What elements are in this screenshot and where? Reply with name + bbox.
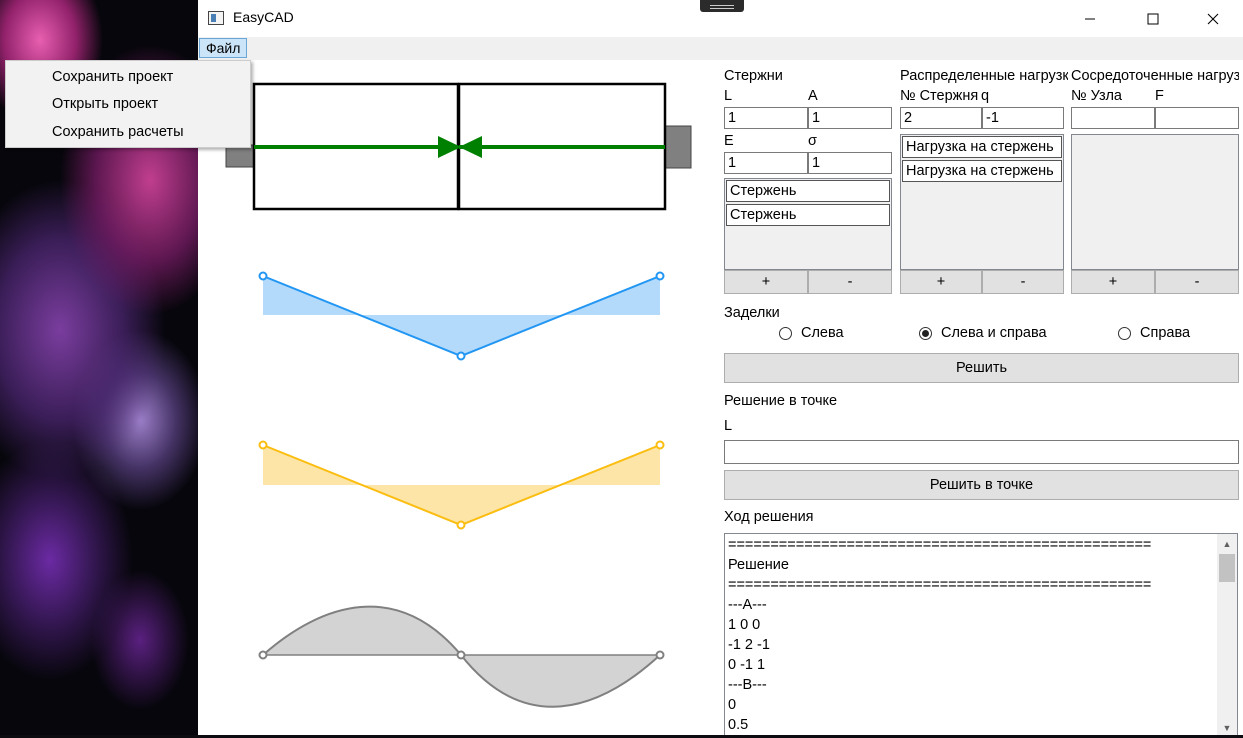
- sigma-diagram-point: [655, 650, 665, 660]
- log-line: Решение: [728, 557, 789, 573]
- window-title: EasyCAD: [233, 9, 294, 25]
- dist-q-label: q: [981, 88, 990, 104]
- u-diagram-point: [456, 520, 466, 530]
- maximize-button[interactable]: [1123, 0, 1183, 37]
- remove-distributed-load-button[interactable]: -: [982, 270, 1064, 294]
- file-menu-dropdown: Сохранить проект Открыть проект Сохранит…: [5, 60, 251, 148]
- log-line: 1 0 0: [728, 617, 761, 633]
- conc-f-label: F: [1155, 88, 1164, 104]
- rods-list-item[interactable]: Стержень: [726, 204, 890, 226]
- conc-node-number-input[interactable]: [1071, 107, 1155, 129]
- u-diagram-point: [655, 440, 665, 450]
- menu-bar: Файл: [198, 37, 1243, 60]
- support-right-label: Справа: [1140, 325, 1191, 341]
- menu-file[interactable]: Файл: [199, 38, 248, 58]
- menu-save-calculations[interactable]: Сохранить расчеты: [52, 124, 184, 140]
- n-diagram-fill: [263, 276, 660, 356]
- support-both-label: Слева и справа: [941, 325, 1047, 341]
- support-both-radio[interactable]: [919, 327, 932, 340]
- remove-concentrated-load-button[interactable]: -: [1155, 270, 1239, 294]
- rods-title: Стержни: [724, 68, 783, 84]
- distributed-loads-list-item[interactable]: Нагрузка на стержень: [902, 136, 1062, 158]
- concentrated-loads-title: Сосредоточенные нагрузки: [1071, 68, 1239, 84]
- sigma-diagram-point: [456, 650, 466, 660]
- right-support: [664, 125, 692, 169]
- snap-layout-handle[interactable]: [700, 0, 744, 12]
- log-line: 0.5: [728, 717, 749, 733]
- rod-stress-label: σ: [808, 133, 817, 149]
- solve-at-point-button[interactable]: Решить в точке: [724, 470, 1239, 500]
- close-button[interactable]: [1183, 0, 1243, 37]
- menu-save-project[interactable]: Сохранить проект: [52, 69, 173, 85]
- add-concentrated-load-button[interactable]: +: [1071, 270, 1155, 294]
- log-line: ========================================…: [728, 537, 1152, 553]
- log-scrollbar[interactable]: ▲ ▼: [1217, 534, 1237, 735]
- minimize-icon: [1085, 18, 1095, 19]
- rod-stress-input[interactable]: 1: [808, 152, 892, 174]
- rods-list-item[interactable]: Стержень: [726, 180, 890, 202]
- log-line: ---A---: [728, 597, 767, 613]
- solution-log-title: Ход решения: [724, 509, 814, 525]
- rod-area-input[interactable]: 1: [808, 107, 892, 129]
- conc-f-input[interactable]: [1155, 107, 1239, 129]
- app-icon: [208, 11, 224, 25]
- app-window: EasyCAD Файл Стержни L A 1 1 E σ 1 1 Сте…: [198, 0, 1243, 735]
- dist-rod-number-input[interactable]: 2: [900, 107, 982, 129]
- n-diagram-point: [456, 351, 466, 361]
- rod-elasticity-input[interactable]: 1: [724, 152, 808, 174]
- solution-log[interactable]: ========================================…: [724, 533, 1238, 735]
- dist-q-input[interactable]: -1: [982, 107, 1064, 129]
- close-icon: [1207, 13, 1219, 24]
- construction-diagrams: [225, 82, 692, 708]
- add-rod-button[interactable]: +: [724, 270, 808, 294]
- log-line: 0 -1 1: [728, 657, 766, 673]
- rod-area-label: A: [808, 88, 818, 104]
- solve-button[interactable]: Решить: [724, 353, 1239, 383]
- construction-canvas: [198, 60, 718, 735]
- n-diagram-point: [258, 271, 268, 281]
- distributed-loads-list-item[interactable]: Нагрузка на стержень: [902, 160, 1062, 182]
- log-line: ========================================…: [728, 577, 1152, 593]
- minimize-button[interactable]: [1060, 0, 1120, 37]
- rod-elasticity-label: E: [724, 133, 734, 149]
- point-l-label: L: [724, 418, 733, 434]
- point-l-input[interactable]: [724, 440, 1239, 464]
- maximize-icon: [1147, 13, 1159, 24]
- title-bar: EasyCAD: [198, 0, 1243, 37]
- n-diagram-point: [655, 271, 665, 281]
- scroll-thumb[interactable]: [1219, 554, 1235, 582]
- log-line: ---B---: [728, 677, 767, 693]
- point-solution-title: Решение в точке: [724, 393, 838, 409]
- log-line: -1 2 -1: [728, 637, 770, 653]
- u-diagram-point: [258, 440, 268, 450]
- scroll-up-icon[interactable]: ▲: [1217, 536, 1237, 552]
- rod-length-label: L: [724, 88, 733, 104]
- support-right-radio[interactable]: [1118, 327, 1131, 340]
- supports-title: Заделки: [724, 305, 780, 321]
- support-left-label: Слева: [801, 325, 844, 341]
- concentrated-loads-list[interactable]: [1071, 134, 1239, 270]
- distributed-loads-list[interactable]: Нагрузка на стержень Нагрузка на стержен…: [900, 134, 1064, 270]
- conc-node-number-label: № Узла: [1071, 88, 1122, 104]
- sigma-diagram-point: [258, 650, 268, 660]
- distributed-loads-title: Распределенные нагрузки: [900, 68, 1068, 84]
- scroll-down-icon[interactable]: ▼: [1217, 720, 1237, 735]
- rod-length-input[interactable]: 1: [724, 107, 808, 129]
- add-distributed-load-button[interactable]: +: [900, 270, 982, 294]
- u-diagram-fill: [263, 445, 660, 525]
- remove-rod-button[interactable]: -: [808, 270, 892, 294]
- left-support: [225, 144, 255, 168]
- menu-open-project[interactable]: Открыть проект: [52, 96, 158, 112]
- log-line: 0: [728, 697, 737, 713]
- support-left-radio[interactable]: [779, 327, 792, 340]
- rods-list[interactable]: Стержень Стержень: [724, 178, 892, 270]
- dist-rod-number-label: № Стержня: [900, 88, 979, 104]
